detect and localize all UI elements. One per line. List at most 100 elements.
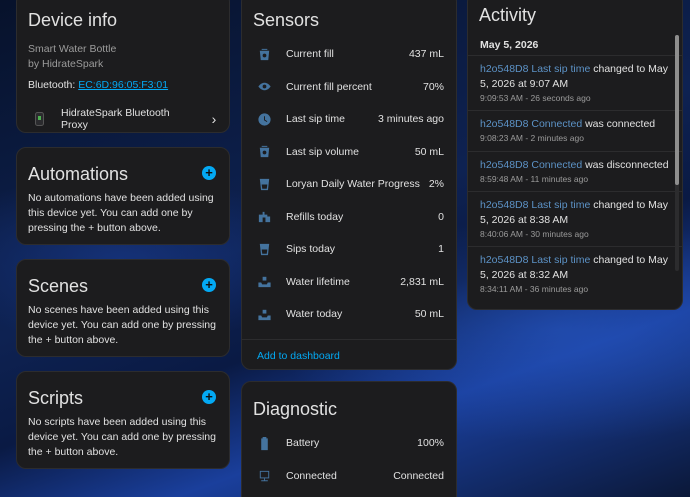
- diagnostic-value: Connected: [393, 470, 444, 482]
- activity-entry-text: h2o548D8 Connected was connected: [480, 117, 670, 132]
- sensor-value: 70%: [422, 80, 444, 93]
- cup-icon: [242, 177, 286, 192]
- activity-change-text: was disconnected: [582, 159, 669, 171]
- sensors-divider: [242, 339, 456, 340]
- sensor-row[interactable]: Current fill percent 70%: [242, 71, 456, 103]
- chevron-right-icon: ›: [211, 111, 217, 127]
- activity-entry: h2o548D8 Connected was connected 9:08:23 …: [468, 110, 682, 151]
- activity-entry-text: h2o548D8 Last sip time changed to May 5,…: [480, 198, 670, 228]
- activity-change-text: was connected: [582, 118, 656, 130]
- sensor-value: 50 mL: [414, 308, 444, 320]
- clock-icon: [242, 112, 286, 127]
- bluetooth-address-link[interactable]: EC:6D:96:05:F3:01: [78, 79, 168, 91]
- activity-date-heading: May 5, 2026: [480, 39, 539, 51]
- sensor-row[interactable]: Loryan Daily Water Progress 2%: [242, 168, 456, 200]
- cup-icon: [242, 242, 286, 257]
- sensors-title: Sensors: [253, 10, 320, 30]
- activity-entity-link[interactable]: h2o548D8 Last sip time: [480, 199, 590, 211]
- tray-icon: [242, 307, 286, 322]
- sensor-value: 437 mL: [408, 48, 444, 60]
- activity-timestamp: 9:09:53 AM - 26 seconds ago: [480, 93, 591, 103]
- scenes-empty-text: No scenes have been added using this dev…: [28, 304, 216, 346]
- activity-timestamp: 8:40:06 AM - 30 minutes ago: [480, 229, 589, 239]
- activity-scrollbar[interactable]: [675, 35, 679, 271]
- automations-title: Automations: [28, 164, 129, 184]
- bluetooth-row: Bluetooth: EC:6D:96:05:F3:01: [28, 79, 168, 91]
- activity-timestamp: 9:08:23 AM - 2 minutes ago: [480, 133, 584, 143]
- sensor-value: 50 mL: [414, 145, 444, 158]
- activity-title: Activity: [479, 5, 537, 25]
- sensor-row[interactable]: Last sip volume 50 mL: [242, 136, 456, 168]
- activity-timestamp: 8:34:11 AM - 36 minutes ago: [480, 284, 589, 294]
- battery-icon: [242, 436, 286, 451]
- activity-entry-text: h2o548D8 Last sip time changed to May 5,…: [480, 62, 670, 92]
- sensor-value: 3 minutes ago: [378, 113, 444, 125]
- diagnostic-value: 100%: [417, 437, 444, 449]
- scripts-title: Scripts: [28, 388, 84, 408]
- sensor-label: Last sip volume: [286, 145, 359, 158]
- automations-card: Automations + No automations have been a…: [16, 147, 230, 245]
- sensor-row[interactable]: Last sip time 3 minutes ago: [242, 103, 456, 135]
- cup-water-icon: [242, 47, 286, 62]
- cup-water-icon: [242, 144, 286, 159]
- lan-connect-icon: [242, 469, 286, 484]
- device-info-card: Device info Smart Water Bottle by Hidrat…: [16, 0, 230, 133]
- diagnostic-label: Connected: [286, 470, 337, 482]
- diagnostic-row[interactable]: Battery 100%: [242, 427, 456, 459]
- sensor-row[interactable]: Water today 50 mL: [242, 298, 456, 330]
- activity-entity-link[interactable]: h2o548D8 Connected: [480, 159, 582, 171]
- activity-card: Activity May 5, 2026 h2o548D8 Last sip t…: [467, 0, 683, 310]
- proxy-device-row[interactable]: HidrateSpark Bluetooth Proxy ›: [17, 105, 229, 133]
- sensor-row[interactable]: Refills today 0: [242, 201, 456, 233]
- activity-entity-link[interactable]: h2o548D8 Connected: [480, 118, 582, 130]
- scenes-title: Scenes: [28, 276, 89, 296]
- activity-entry: h2o548D8 Connected was disconnected 8:59:…: [468, 151, 682, 191]
- sensor-label: Sips today: [286, 243, 336, 255]
- sensor-label: Water today: [286, 308, 343, 320]
- activity-scrollbar-thumb[interactable]: [675, 35, 679, 185]
- sensor-value: 2%: [428, 178, 444, 190]
- device-model: Smart Water Bottle: [28, 43, 117, 55]
- sensor-label: Loryan Daily Water Progress: [286, 178, 420, 190]
- eye-icon: [242, 79, 286, 94]
- proxy-device-name: HidrateSpark Bluetooth Proxy: [61, 107, 170, 131]
- bluetooth-proxy-icon: [17, 112, 61, 126]
- activity-entry-text: h2o548D8 Last sip time changed to May 5,…: [480, 253, 670, 283]
- sensor-label: Current fill percent: [286, 80, 372, 93]
- device-info-title: Device info: [28, 10, 118, 30]
- add-scene-button[interactable]: +: [202, 278, 216, 292]
- diagnostic-row[interactable]: Connected Connected: [242, 460, 456, 492]
- sensor-row[interactable]: Current fill 437 mL: [242, 38, 456, 70]
- diagnostic-card: Diagnostic Battery 100% Connected Connected: [241, 381, 457, 497]
- activity-entity-link[interactable]: h2o548D8 Last sip time: [480, 254, 590, 266]
- bluetooth-label: Bluetooth:: [28, 79, 76, 91]
- sensor-label: Last sip time: [286, 113, 345, 125]
- activity-entry: h2o548D8 Last sip time changed to May 5,…: [468, 55, 682, 110]
- automations-empty-text: No automations have been added using thi…: [28, 192, 214, 234]
- sensor-value: 1: [438, 243, 444, 255]
- sensor-row[interactable]: Sips today 1: [242, 233, 456, 265]
- device-manufacturer: by HidrateSpark: [28, 58, 104, 70]
- activity-timestamp: 8:59:48 AM - 11 minutes ago: [480, 174, 589, 184]
- sensor-row[interactable]: Water lifetime 2,831 mL: [242, 266, 456, 298]
- sensor-value: 2,831 mL: [400, 275, 444, 288]
- tray-icon: [242, 274, 286, 289]
- activity-entry: h2o548D8 Last sip time changed to May 5,…: [468, 246, 682, 301]
- activity-entry-text: h2o548D8 Connected was disconnected: [480, 158, 670, 173]
- sensor-label: Refills today: [286, 210, 344, 223]
- scenes-card: Scenes + No scenes have been added using…: [16, 259, 230, 357]
- diagnostic-label: Battery: [286, 437, 320, 449]
- add-to-dashboard-button[interactable]: Add to dashboard: [257, 350, 340, 362]
- sensors-card: Sensors Current fill 437 mL Current fill p…: [241, 0, 457, 370]
- activity-entity-link[interactable]: h2o548D8 Last sip time: [480, 63, 590, 75]
- sensor-label: Current fill: [286, 48, 334, 60]
- add-automation-button[interactable]: +: [202, 166, 216, 180]
- sensor-label: Water lifetime: [286, 275, 350, 288]
- activity-entry: h2o548D8 Last sip time changed to May 5,…: [468, 191, 682, 246]
- add-script-button[interactable]: +: [202, 390, 216, 404]
- scripts-empty-text: No scripts have been added using this de…: [28, 416, 216, 458]
- scripts-card: Scripts + No scripts have been added usi…: [16, 371, 230, 469]
- water-pump-icon: [242, 209, 286, 224]
- sensor-value: 0: [438, 210, 444, 223]
- diagnostic-title: Diagnostic: [253, 399, 338, 419]
